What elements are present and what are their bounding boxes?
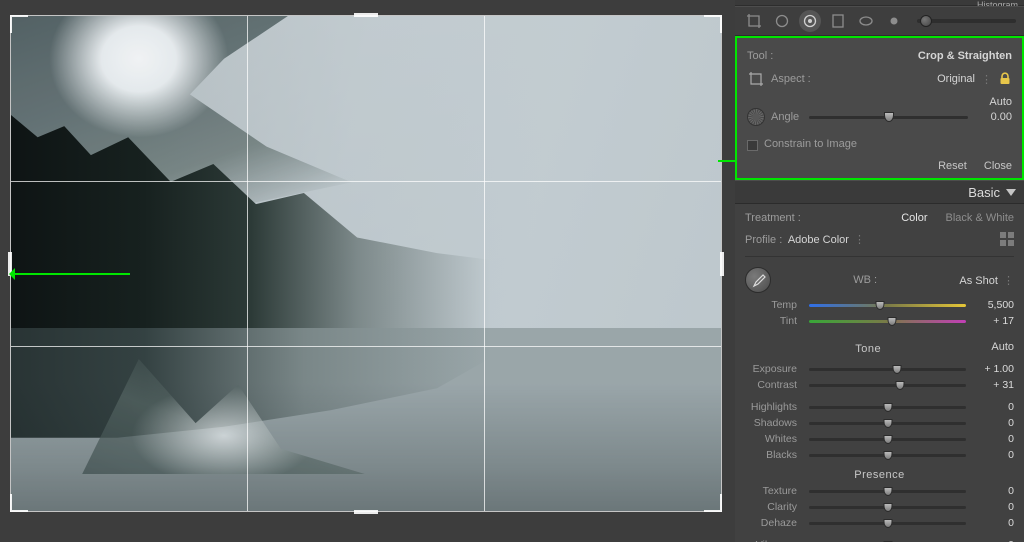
tone-auto-button[interactable]: Auto — [991, 341, 1014, 353]
shadows-value[interactable]: 0 — [974, 417, 1014, 429]
annotation-arrow-right — [718, 160, 736, 162]
texture-slider[interactable] — [809, 490, 966, 493]
grid-line — [11, 181, 721, 182]
develop-panel: Histogram Tool : Crop & Straighten — [735, 0, 1024, 542]
wb-menu-icon[interactable]: ⋮ — [1003, 275, 1014, 287]
tint-slider[interactable] — [809, 320, 966, 323]
wb-eyedropper-icon[interactable] — [745, 267, 771, 293]
highlights-label: Highlights — [745, 401, 801, 413]
brush-tool-icon[interactable] — [883, 10, 905, 32]
profile-menu-icon[interactable]: ⋮ — [854, 234, 865, 246]
clarity-slider[interactable] — [809, 506, 966, 509]
lock-icon[interactable] — [998, 72, 1012, 86]
dehaze-slider[interactable] — [809, 522, 966, 525]
basic-panel: Treatment : Color Black & White Profile … — [735, 204, 1024, 542]
aspect-value[interactable]: Original — [937, 73, 975, 85]
basic-title: Basic — [968, 185, 1000, 200]
angle-value[interactable]: 0.00 — [978, 111, 1012, 123]
treatment-color[interactable]: Color — [901, 212, 927, 224]
temp-slider[interactable] — [809, 304, 966, 307]
contrast-value[interactable]: + 31 — [974, 379, 1014, 391]
mask-size-slider[interactable] — [917, 19, 1016, 23]
exposure-value[interactable]: + 1.00 — [974, 363, 1014, 375]
whites-slider[interactable] — [809, 438, 966, 441]
exposure-label: Exposure — [745, 363, 801, 375]
wb-value[interactable]: As Shot — [959, 275, 998, 287]
tint-value[interactable]: + 17 — [974, 315, 1014, 327]
tint-label: Tint — [745, 315, 801, 327]
presence-header: Presence — [745, 469, 1014, 481]
spot-tool-icon[interactable] — [771, 10, 793, 32]
crop-handle-top[interactable] — [354, 13, 378, 17]
contrast-label: Contrast — [745, 379, 801, 391]
blacks-label: Blacks — [745, 449, 801, 461]
angle-label: Angle — [771, 111, 799, 123]
shadows-label: Shadows — [745, 417, 801, 429]
blacks-value[interactable]: 0 — [974, 449, 1014, 461]
tone-header: Tone — [745, 343, 991, 355]
grid-line — [247, 16, 248, 511]
texture-label: Texture — [745, 485, 801, 497]
temp-value[interactable]: 5,500 — [974, 299, 1014, 311]
temp-label: Temp — [745, 299, 801, 311]
grid-line — [484, 16, 485, 511]
crop-handle-bottom[interactable] — [354, 510, 378, 514]
whites-value[interactable]: 0 — [974, 433, 1014, 445]
radial-filter-icon[interactable] — [855, 10, 877, 32]
aspect-label: Aspect : — [771, 73, 811, 85]
dehaze-value[interactable]: 0 — [974, 517, 1014, 529]
crop-tool-icon[interactable] — [743, 10, 765, 32]
grad-filter-icon[interactable] — [827, 10, 849, 32]
treatment-bw[interactable]: Black & White — [946, 212, 1014, 224]
profile-label: Profile : — [745, 234, 782, 246]
collapse-icon — [1006, 189, 1016, 196]
image-canvas — [0, 0, 735, 542]
grid-line — [11, 346, 721, 347]
photo — [11, 16, 721, 511]
crop-handle-bl[interactable] — [10, 494, 28, 512]
reset-button[interactable]: Reset — [938, 160, 967, 172]
crop-straighten-panel: Tool : Crop & Straighten Aspect : Origin… — [735, 36, 1024, 180]
crop-handle-tl[interactable] — [10, 15, 28, 33]
close-button[interactable]: Close — [984, 160, 1012, 172]
tool-strip — [735, 6, 1024, 36]
crop-handle-tr[interactable] — [704, 15, 722, 33]
redeye-tool-icon[interactable] — [799, 10, 821, 32]
exposure-slider[interactable] — [809, 368, 966, 371]
whites-label: Whites — [745, 433, 801, 445]
wb-label: WB : — [771, 274, 959, 286]
profile-value[interactable]: Adobe Color — [788, 234, 849, 246]
clarity-value[interactable]: 0 — [974, 501, 1014, 513]
blacks-slider[interactable] — [809, 454, 966, 457]
crop-handle-right[interactable] — [720, 252, 724, 276]
tool-label: Tool : — [747, 50, 773, 62]
crop-aspect-icon[interactable] — [747, 70, 765, 88]
aspect-menu-icon[interactable]: ⋮ — [981, 73, 992, 86]
highlights-value[interactable]: 0 — [974, 401, 1014, 413]
angle-dial-icon[interactable] — [747, 108, 765, 126]
angle-auto-button[interactable]: Auto — [989, 96, 1012, 108]
profile-browser-icon[interactable] — [1000, 232, 1014, 246]
basic-panel-header[interactable]: Basic — [735, 180, 1024, 204]
contrast-slider[interactable] — [809, 384, 966, 387]
clarity-label: Clarity — [745, 501, 801, 513]
angle-slider[interactable] — [809, 116, 968, 119]
treatment-label: Treatment : — [745, 212, 801, 224]
constrain-label: Constrain to Image — [764, 138, 857, 150]
tool-name: Crop & Straighten — [918, 50, 1012, 62]
highlights-slider[interactable] — [809, 406, 966, 409]
texture-value[interactable]: 0 — [974, 485, 1014, 497]
crop-handle-br[interactable] — [704, 494, 722, 512]
crop-frame[interactable] — [10, 15, 722, 512]
constrain-checkbox[interactable] — [747, 140, 758, 151]
annotation-arrow-left — [15, 273, 130, 275]
shadows-slider[interactable] — [809, 422, 966, 425]
dehaze-label: Dehaze — [745, 517, 801, 529]
